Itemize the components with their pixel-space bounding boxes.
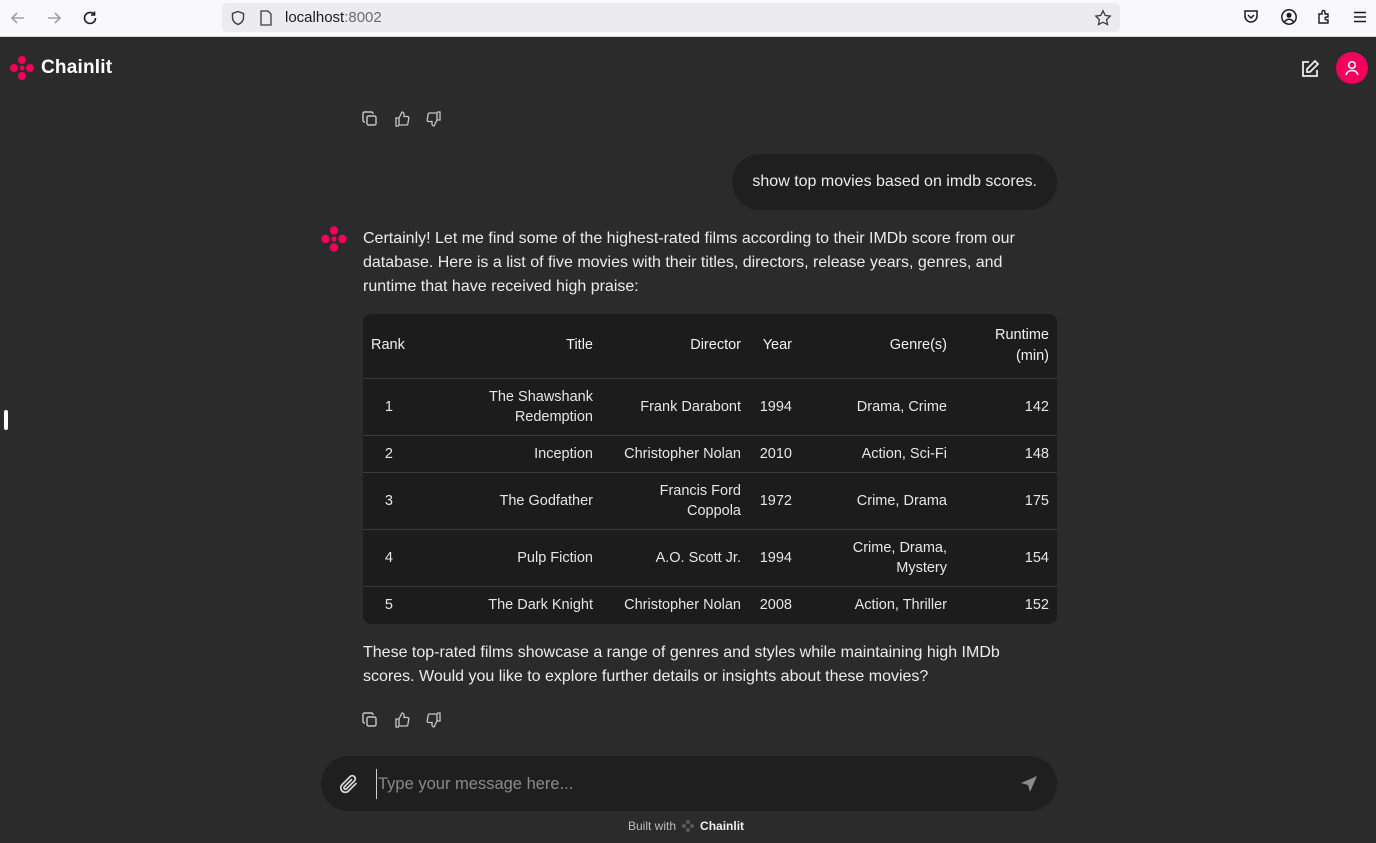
table-header-row: Rank Title Director Year Genre(s) Runtim… [363,314,1057,378]
cell-title: The Shawshank Redemption [489,388,593,425]
edit-icon [1302,59,1320,77]
cell-director: Christopher Nolan [624,596,741,613]
cell-genres: Action, Sci-Fi [861,445,947,462]
bookmark-star-icon[interactable] [1094,9,1112,27]
cell-runtime: 152 [1024,596,1049,613]
chainlit-footer-logo-icon [681,819,695,833]
brand-name: Chainlit [41,57,113,78]
table-row: 1 The Shawshank Redemption Frank Darabon… [363,378,1057,435]
account-icon[interactable] [1279,7,1299,27]
extensions-icon[interactable] [1315,7,1335,27]
address-bar[interactable]: localhost:8002 [222,3,1120,32]
cell-director: A.O. Scott Jr. [655,549,741,566]
cell-director: Frank Darabont [640,398,741,415]
cell-title: The Godfather [499,492,594,509]
cell-year: 1994 [759,549,792,566]
cell-runtime: 154 [1024,549,1049,566]
cell-rank: 4 [384,549,393,566]
cell-year: 2010 [759,445,792,462]
cell-rank: 1 [384,398,393,415]
cell-genres: Crime, Drama [856,492,947,509]
message-actions [361,711,443,729]
new-chat-button[interactable] [1298,57,1322,81]
page-icon [257,9,275,27]
user-avatar-button[interactable] [1336,52,1368,84]
cell-rank: 3 [384,492,393,509]
pocket-icon[interactable] [1241,7,1261,27]
message-composer [321,756,1057,811]
assistant-outro-text: These top-rated films showcase a range o… [363,644,1000,685]
cell-genres: Action, Thriller [854,596,947,613]
assistant-intro-text: Certainly! Let me find some of the highe… [363,230,1015,295]
url-text: localhost:8002 [285,9,382,26]
thumbs-up-icon [395,111,410,127]
header-rank[interactable]: Rank [363,314,415,378]
header-director[interactable]: Director [601,314,749,378]
sidebar-resize-handle[interactable] [4,410,8,430]
copy-icon [362,111,377,126]
cell-year: 2008 [759,596,792,613]
header-year[interactable]: Year [749,314,800,378]
table-row: 5 The Dark Knight Christopher Nolan 2008… [363,586,1057,623]
table-row: 2 Inception Christopher Nolan 2010 Actio… [363,435,1057,472]
table-row: 3 The Godfather Francis Ford Coppola 197… [363,472,1057,529]
footer-attribution[interactable]: Built with Chainlit [628,819,744,833]
cell-title: Inception [534,445,593,462]
cell-director: Christopher Nolan [624,445,741,462]
brand-logo[interactable]: Chainlit [9,55,112,81]
cell-runtime: 148 [1024,445,1049,462]
send-button[interactable] [1017,772,1041,796]
menu-icon[interactable] [1350,7,1370,27]
header-runtime[interactable]: Runtime (min) [955,314,1057,378]
assistant-avatar-icon [321,226,347,252]
cell-rank: 2 [384,445,393,462]
cell-runtime: 175 [1024,492,1049,509]
thumbs-down-button[interactable] [425,110,443,128]
copy-button[interactable] [361,110,379,128]
cell-title: Pulp Fiction [517,549,593,566]
user-icon [1345,60,1359,76]
message-input[interactable] [376,769,996,799]
forward-icon[interactable] [43,7,65,29]
cell-director: Francis Ford Coppola [659,482,741,519]
back-icon[interactable] [7,7,29,29]
movies-table: Rank Title Director Year Genre(s) Runtim… [363,314,1057,624]
paperclip-icon [339,774,357,794]
message-actions-previous [361,110,443,128]
table-row: 4 Pulp Fiction A.O. Scott Jr. 1994 Crime… [363,529,1057,586]
reload-icon[interactable] [79,7,101,29]
thumbs-down-icon [426,712,441,728]
header-genres[interactable]: Genre(s) [800,314,955,378]
thumbs-up-icon [395,712,410,728]
app-header: Chainlit [0,38,1376,100]
send-icon [1021,776,1037,792]
footer-brand-name: Chainlit [700,819,745,833]
header-title[interactable]: Title [415,314,601,378]
thumbs-down-icon [426,111,441,127]
attach-file-button[interactable] [336,771,362,797]
built-with-label: Built with [628,819,677,833]
cell-year: 1994 [759,398,792,415]
chainlit-logo-icon [10,56,34,80]
cell-genres: Drama, Crime [856,398,947,415]
cell-title: The Dark Knight [488,596,593,613]
copy-button[interactable] [361,711,379,729]
browser-toolbar: localhost:8002 [0,0,1376,37]
user-message-bubble: show top movies based on imdb scores. [732,154,1057,210]
cell-genres: Crime, Drama, Mystery [852,539,947,576]
cell-runtime: 142 [1024,398,1049,415]
thumbs-up-button[interactable] [393,110,411,128]
cell-year: 1972 [759,492,792,509]
cell-rank: 5 [384,596,393,613]
thumbs-down-button[interactable] [425,711,443,729]
thumbs-up-button[interactable] [393,711,411,729]
shield-icon[interactable] [229,9,247,27]
copy-icon [362,712,377,727]
